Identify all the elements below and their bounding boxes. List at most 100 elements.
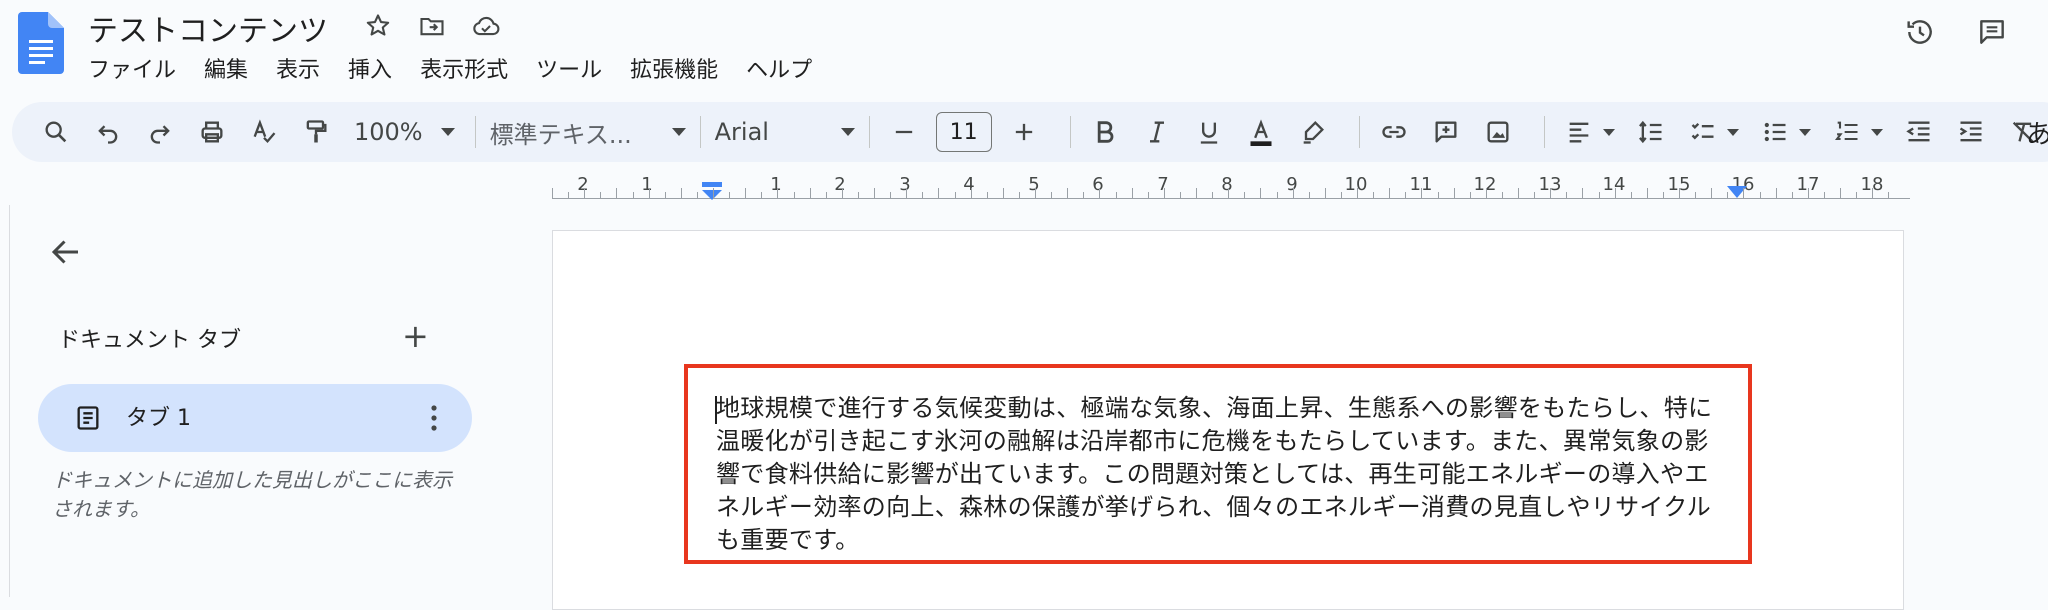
insert-link-icon[interactable] [1374, 112, 1414, 152]
ruler-tick [648, 188, 650, 199]
ruler-tick [1051, 192, 1053, 199]
paragraph-style-dropdown[interactable]: 標準テキス... [490, 115, 686, 150]
input-tools-indicator[interactable]: あ [2026, 114, 2048, 151]
ruler-tick [922, 192, 924, 199]
cloud-saved-icon[interactable] [470, 10, 502, 42]
ruler-tick [1340, 192, 1342, 199]
ruler-tick [1872, 188, 1874, 199]
ruler-tick [664, 192, 666, 199]
print-icon[interactable] [192, 112, 232, 152]
body-line: ネルギー効率の向上、森林の保護が挙げられ、個々のエネルギー消費の見直しやリサイク… [716, 493, 1712, 521]
outline-hint-text: ドキュメントに追加した見出しがここに表示されます。 [52, 468, 452, 521]
menu-edit[interactable]: 編集 [190, 52, 262, 84]
vertical-ruler[interactable] [0, 205, 10, 597]
checklist-icon[interactable] [1683, 112, 1723, 152]
paint-format-icon[interactable] [296, 112, 336, 152]
add-tab-button[interactable]: + [402, 320, 429, 352]
ruler-tick [632, 192, 634, 199]
italic-icon[interactable] [1137, 112, 1177, 152]
bold-icon[interactable] [1085, 112, 1125, 152]
redo-icon[interactable] [140, 112, 180, 152]
ruler-tick [938, 188, 940, 199]
document-tabs-panel: ドキュメント タブ + タブ 1 ドキュメントに追加した見出しがここに表示されま… [12, 210, 482, 597]
ruler-tick [1646, 188, 1648, 199]
menu-view[interactable]: 表示 [262, 52, 334, 84]
zoom-dropdown[interactable]: 100% [354, 118, 455, 146]
document-title[interactable]: テストコンテンツ [88, 6, 328, 50]
bulleted-list-icon[interactable] [1755, 112, 1795, 152]
numbered-list-icon[interactable] [1827, 112, 1867, 152]
ruler-tick [1501, 192, 1503, 199]
ruler-tick [1389, 188, 1391, 199]
menu-tools[interactable]: ツール [522, 52, 616, 84]
undo-icon[interactable] [88, 112, 128, 152]
ruler-tick [906, 188, 908, 199]
horizontal-ruler[interactable]: 2 1 1 2 3 4 5 6 7 8 9 10 11 12 13 14 15 … [540, 172, 1910, 206]
menu-insert[interactable]: 挿入 [334, 52, 406, 84]
formatting-toolbar: 100% 標準テキス... Arial 11 [12, 102, 2048, 162]
version-history-icon[interactable] [1904, 16, 1936, 48]
ruler-tick [874, 188, 875, 199]
ruler-tick [1002, 188, 1004, 199]
align-left-icon[interactable] [1559, 112, 1599, 152]
chevron-down-icon[interactable] [1798, 128, 1811, 136]
ruler-tick [696, 192, 698, 199]
underline-icon[interactable] [1189, 112, 1229, 152]
left-indent-marker-icon[interactable] [701, 182, 723, 202]
spellcheck-icon[interactable] [244, 112, 284, 152]
decrease-indent-icon[interactable] [1899, 112, 1939, 152]
font-dropdown[interactable]: Arial [715, 118, 855, 146]
menu-format[interactable]: 表示形式 [406, 52, 522, 84]
ruler-tick [1357, 188, 1358, 199]
insert-image-icon[interactable] [1478, 112, 1518, 152]
ruler-tick [1083, 192, 1085, 199]
search-menus-icon[interactable] [36, 112, 76, 152]
add-comment-icon[interactable] [1426, 112, 1466, 152]
line-spacing-icon[interactable] [1631, 112, 1671, 152]
move-folder-icon[interactable] [416, 10, 448, 42]
ruler-tick [1614, 188, 1616, 199]
ruler-tick [1518, 188, 1519, 199]
chevron-down-icon[interactable] [1726, 128, 1739, 136]
comments-icon[interactable] [1976, 16, 2008, 48]
back-arrow-icon[interactable] [48, 234, 88, 274]
text-color-icon[interactable] [1241, 112, 1281, 152]
ruler-tick [1630, 192, 1632, 199]
increase-indent-icon[interactable] [1951, 112, 1991, 152]
ruler-tick [1099, 188, 1101, 199]
decrease-font-size-icon[interactable] [884, 112, 924, 152]
ruler-tick [1679, 188, 1680, 199]
star-icon[interactable] [362, 10, 394, 42]
more-options-icon[interactable] [430, 402, 438, 434]
docs-logo-icon[interactable] [18, 12, 64, 74]
ruler-tick [1485, 188, 1487, 199]
chevron-down-icon[interactable] [1870, 128, 1883, 136]
font-size-input[interactable]: 11 [935, 112, 992, 152]
ruler-tick [1163, 188, 1165, 199]
ruler-tick [809, 188, 811, 199]
menu-help[interactable]: ヘルプ [732, 52, 826, 84]
ruler-tick [1212, 192, 1214, 199]
body-line: 温暖化が引き起こす氷河の融解は沿岸都市に危機をもたらしています。また、異常気象の… [716, 427, 1709, 455]
ruler-number: 10 [1344, 174, 1368, 195]
document-body[interactable]: 地球規模で進行する気候変動は、極端な気象、海面上昇、生態系への影響をもたらし、特… [716, 392, 1740, 557]
increase-font-size-icon[interactable] [1004, 112, 1044, 152]
ruler-tick [825, 192, 827, 199]
document-tabs-heading: ドキュメント タブ [58, 328, 241, 353]
menu-extensions[interactable]: 拡張機能 [616, 52, 732, 84]
chevron-down-icon[interactable] [1602, 128, 1615, 136]
ruler-tick [1711, 188, 1713, 199]
ruler-tick [1308, 192, 1310, 199]
ruler-tick [1179, 192, 1181, 199]
ruler-number: 2 [834, 174, 846, 195]
ruler-number: 2 [577, 174, 589, 195]
menu-file[interactable]: ファイル [88, 52, 190, 84]
ruler-tick [1759, 192, 1761, 199]
ruler-tick [1856, 192, 1858, 199]
highlight-color-icon[interactable] [1293, 112, 1333, 152]
tab-item-1[interactable]: タブ 1 [38, 384, 472, 452]
ruler-number: 5 [1028, 174, 1040, 195]
ruler-number: 1 [770, 174, 782, 195]
ruler-baseline [552, 198, 1910, 199]
ruler-tick [1807, 188, 1809, 199]
